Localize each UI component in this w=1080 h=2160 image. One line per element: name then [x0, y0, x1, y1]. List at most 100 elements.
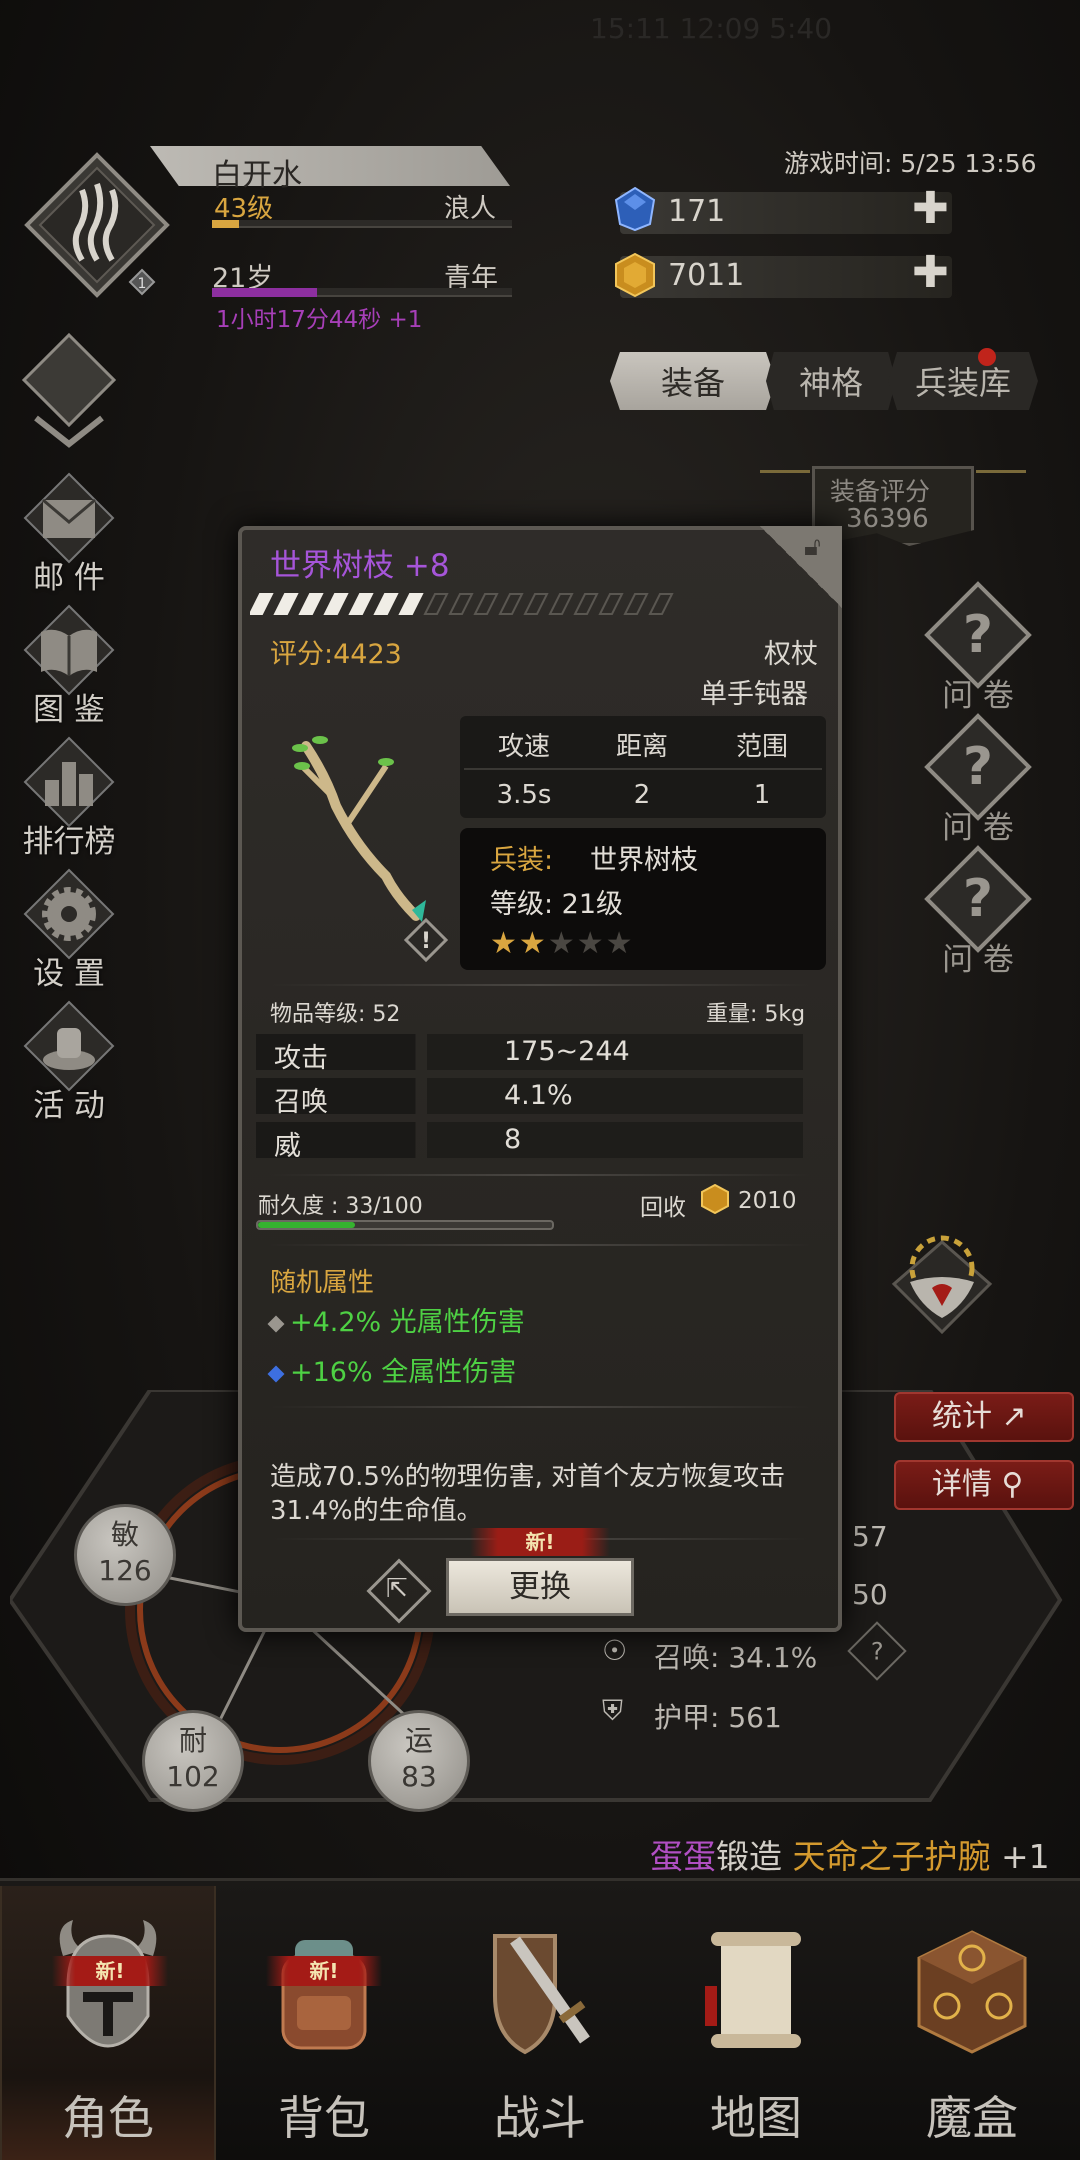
enhance-stripe-empty: [573, 593, 599, 615]
weapon-stars: ★★★★★: [490, 926, 635, 961]
svg-text:?: ?: [963, 605, 993, 665]
enhance-stripe-empty: [598, 593, 624, 615]
winged-crest-icon[interactable]: [880, 1222, 1004, 1346]
nav-character-label: 角色: [62, 2091, 154, 2145]
enhance-stripe-filled: [298, 593, 324, 615]
nav-backpack-new-badge: 新!: [266, 1956, 382, 1986]
stat-agility-value: 126: [98, 1554, 152, 1587]
equip-score-label: 装备评分: [830, 477, 931, 506]
tab-armory[interactable]: 兵装库: [888, 352, 1038, 410]
enhance-stripe-filled: [323, 593, 349, 615]
stat-armor: 护甲: 561: [654, 1701, 782, 1734]
nav-map[interactable]: 地图: [648, 1886, 864, 2160]
armor-icon: ⛨: [602, 1694, 624, 1727]
nav-magic-box-label: 魔盒: [926, 2091, 1018, 2145]
menu-atlas[interactable]: 图 鉴: [14, 602, 124, 729]
item-slot: 单手钝器: [700, 679, 808, 710]
summon-icon: ☉: [602, 1634, 628, 1667]
share-icon: ⇱: [386, 1574, 408, 1604]
enhance-stripe-empty: [623, 593, 649, 615]
item-description: 造成70.5%的物理伤害, 对首个友方恢复攻击31.4%的生命值。: [270, 1462, 786, 1526]
tab-equip[interactable]: 装备: [610, 352, 776, 410]
name-banner: [150, 146, 510, 186]
game-time: 游戏时间: 5/25 13:56: [784, 149, 1037, 178]
survey-button-3[interactable]: ? 问 卷: [918, 844, 1038, 979]
menu-settings[interactable]: 设 置: [14, 866, 124, 993]
stat-agility-name: 敏: [110, 1518, 139, 1551]
stat-value-50: 50: [852, 1578, 888, 1611]
status-bar-time: 15:11 12:09 5:40: [590, 12, 833, 45]
stat-luck[interactable]: 运 83: [368, 1710, 470, 1812]
menu-mail[interactable]: 邮 件: [14, 470, 124, 597]
magnifier-icon: ⚲: [1001, 1467, 1024, 1502]
ticker-item: 天命之子护腕: [792, 1837, 991, 1876]
attr-prestige-value: 8: [504, 1124, 522, 1155]
statistics-button[interactable]: 统计 ↗: [894, 1392, 1074, 1442]
random-attr-2: +16% 全属性伤害: [267, 1350, 516, 1389]
nav-character[interactable]: 新! 角色: [0, 1886, 216, 2160]
nav-magic-box[interactable]: 魔盒: [864, 1886, 1080, 2160]
svg-text:?: ?: [963, 737, 993, 797]
enhance-stripe-filled: [273, 593, 299, 615]
stat-value-57: 57: [852, 1520, 888, 1553]
ticker-action: 锻造: [716, 1837, 793, 1876]
item-weight: 重量: 5kg: [706, 1002, 806, 1027]
star-empty-icon: ★: [605, 926, 635, 961]
survey-button-1[interactable]: ? 问 卷: [918, 580, 1038, 715]
stat-agility[interactable]: 敏 126: [74, 1504, 176, 1606]
nav-battle[interactable]: 战斗: [432, 1886, 648, 2160]
gold-count: 7011: [668, 258, 745, 293]
spec-header-range: 距离: [615, 732, 668, 762]
collapse-menu-icon[interactable]: [14, 330, 124, 450]
lock-corner[interactable]: [760, 526, 842, 608]
menu-ranking[interactable]: 排行榜: [14, 734, 124, 861]
nav-backpack-label: 背包: [278, 2091, 370, 2145]
random-attr-1-text: +4.2% 光属性伤害: [290, 1307, 525, 1338]
stat-summon: 召唤: 34.1%: [654, 1641, 818, 1674]
nav-map-label: 地图: [710, 2091, 802, 2145]
details-button[interactable]: 详情 ⚲: [894, 1460, 1074, 1510]
world-tree-branch-icon: [292, 736, 426, 922]
lock-icon[interactable]: 🔓︎: [804, 532, 821, 563]
magic-cube-icon: [917, 1930, 1027, 2054]
new-badge: 新!: [470, 1528, 610, 1556]
gem-count: 171: [668, 194, 726, 229]
nav-character-new-badge: 新!: [52, 1956, 168, 1986]
star-filled-icon: ★: [490, 926, 519, 961]
scroll-map-icon: [705, 1932, 801, 2048]
attr-attack-value: 175~244: [504, 1036, 630, 1067]
weapon-level: 等级: 21级: [490, 889, 624, 920]
attr-summon-label: 召唤: [274, 1087, 328, 1118]
star-empty-icon: ★: [576, 926, 606, 961]
survey-button-2[interactable]: ? 问 卷: [918, 712, 1038, 847]
divider: [270, 1244, 810, 1246]
warning-icon[interactable]: !: [404, 918, 448, 962]
details-label: 详情: [932, 1467, 992, 1502]
add-gold-button[interactable]: ✚: [912, 251, 949, 295]
item-type: 权杖: [764, 639, 818, 670]
score-rope-right: [976, 470, 1026, 473]
durability-bar-fill: [258, 1222, 356, 1228]
blue-gem-icon: [614, 186, 656, 232]
statistics-label: 统计: [932, 1399, 992, 1434]
recycle-value: 2010: [738, 1188, 797, 1214]
gold-coin-icon: [701, 1184, 729, 1214]
random-attr-1: +4.2% 光属性伤害: [267, 1300, 525, 1339]
replace-button[interactable]: 更换: [446, 1558, 634, 1616]
spec-header-speed: 攻速: [497, 732, 550, 762]
item-name: 世界树枝 +8: [270, 548, 450, 584]
enhance-stripe-empty: [448, 593, 474, 615]
stat-endurance[interactable]: 耐 102: [142, 1710, 244, 1812]
menu-event[interactable]: 活 动: [14, 998, 124, 1125]
item-score: 评分:4423: [270, 639, 402, 670]
nav-backpack[interactable]: 新! 背包: [216, 1886, 432, 2160]
spec-value-range: 2: [633, 780, 651, 810]
attr-summon-value: 4.1%: [504, 1080, 573, 1111]
enhance-stripe-filled: [348, 593, 374, 615]
attr-prestige-label: 威: [274, 1131, 301, 1162]
add-gems-button[interactable]: ✚: [912, 187, 949, 231]
class-emblem-icon[interactable]: 1: [22, 150, 172, 300]
enhance-stripe-empty: [548, 593, 574, 615]
enhance-stripe-empty: [648, 593, 674, 615]
tab-rune[interactable]: 神格: [766, 352, 896, 410]
